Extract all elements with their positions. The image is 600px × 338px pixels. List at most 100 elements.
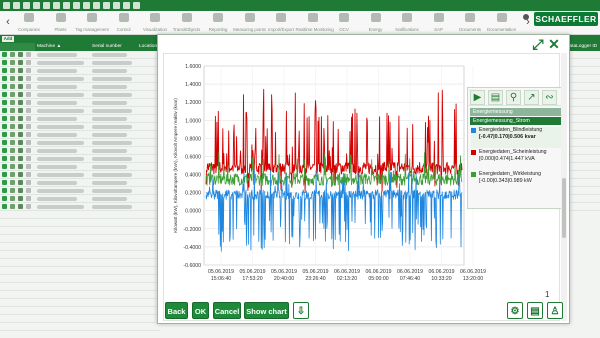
link-icon[interactable] <box>26 76 31 81</box>
link-icon[interactable] <box>26 108 31 113</box>
expand-icon[interactable]: ⤢ <box>531 37 545 51</box>
table-row[interactable] <box>0 171 160 179</box>
table-row[interactable] <box>0 187 160 195</box>
toolbar-tool-icon[interactable] <box>123 2 130 9</box>
copy-icon[interactable] <box>18 116 23 121</box>
edit-icon[interactable] <box>2 92 7 97</box>
view-icon[interactable] <box>10 100 15 105</box>
view-icon[interactable] <box>10 124 15 129</box>
copy-icon[interactable] <box>18 60 23 65</box>
copy-icon[interactable] <box>18 68 23 73</box>
edit-icon[interactable] <box>2 148 7 153</box>
table-row[interactable] <box>0 75 160 83</box>
column-header-serial[interactable]: Serial number <box>90 43 137 51</box>
nav-item[interactable]: Import/Export <box>264 13 298 33</box>
copy-icon[interactable] <box>18 164 23 169</box>
link-icon[interactable] <box>26 164 31 169</box>
cancel-button[interactable]: Cancel <box>213 302 241 319</box>
toolbar-tool-icon[interactable] <box>83 2 90 9</box>
table-row[interactable] <box>0 67 160 75</box>
toolbar-tool-icon[interactable] <box>23 2 30 9</box>
legend-item[interactable]: Energiedaten_Wirkleistung [-0.00|0.343|0.… <box>471 171 562 192</box>
view-icon[interactable] <box>10 164 15 169</box>
view-icon[interactable] <box>10 52 15 57</box>
user-icon[interactable] <box>522 14 530 24</box>
copy-icon[interactable] <box>18 124 23 129</box>
view-icon[interactable] <box>10 188 15 193</box>
edit-icon[interactable] <box>2 204 7 209</box>
table-row[interactable] <box>0 115 160 123</box>
edit-icon[interactable] <box>2 132 7 137</box>
toolbar-tool-icon[interactable] <box>113 2 120 9</box>
link-icon[interactable] <box>26 68 31 73</box>
table-row[interactable] <box>0 147 160 155</box>
link-icon[interactable] <box>26 60 31 65</box>
link-icon[interactable] <box>26 156 31 161</box>
nav-item[interactable]: TransitObjects <box>170 13 204 33</box>
view-icon[interactable] <box>10 76 15 81</box>
back-button[interactable]: Back <box>165 302 188 319</box>
calendar-icon[interactable]: ▤ <box>488 90 503 105</box>
edit-icon[interactable] <box>2 156 7 161</box>
nav-item[interactable]: Control <box>107 13 141 33</box>
copy-icon[interactable] <box>18 76 23 81</box>
link-icon[interactable] <box>26 100 31 105</box>
view-icon[interactable] <box>10 132 15 137</box>
link-icon[interactable] <box>26 188 31 193</box>
view-icon[interactable] <box>10 68 15 73</box>
copy-icon[interactable] <box>18 148 23 153</box>
table-row[interactable] <box>0 51 160 59</box>
nav-item[interactable]: Reporting <box>201 13 235 33</box>
table-row[interactable] <box>0 107 160 115</box>
view-icon[interactable] <box>10 92 15 97</box>
copy-icon[interactable] <box>18 132 23 137</box>
group-parent[interactable]: Energiemessung <box>470 108 562 116</box>
link-icon[interactable] <box>26 140 31 145</box>
copy-icon[interactable] <box>18 172 23 177</box>
copy-icon[interactable] <box>18 100 23 105</box>
table-row[interactable] <box>0 123 160 131</box>
nav-item[interactable]: Tag management <box>75 13 109 33</box>
toolbar-tool-icon[interactable] <box>63 2 70 9</box>
export-icon[interactable]: ⇩ <box>293 302 309 319</box>
dialog-scrollbar[interactable] <box>561 53 567 321</box>
link-icon[interactable] <box>26 124 31 129</box>
link-icon[interactable] <box>26 52 31 57</box>
edit-icon[interactable] <box>2 172 7 177</box>
toolbar-tool-icon[interactable] <box>73 2 80 9</box>
nav-item[interactable]: Notifications <box>390 13 424 33</box>
toolbar-tool-icon[interactable] <box>103 2 110 9</box>
link-icon[interactable] <box>26 132 31 137</box>
toolbar-tool-icon[interactable] <box>13 2 20 9</box>
scroll-thumb[interactable] <box>562 178 566 238</box>
edit-icon[interactable] <box>2 68 7 73</box>
play-icon[interactable]: ▶ <box>470 90 485 105</box>
close-icon[interactable]: ✕ <box>547 37 561 51</box>
view-icon[interactable] <box>10 148 15 153</box>
view-icon[interactable] <box>10 84 15 89</box>
view-icon[interactable] <box>10 140 15 145</box>
link-icon[interactable] <box>26 84 31 89</box>
view-icon[interactable] <box>10 116 15 121</box>
edit-icon[interactable] <box>2 100 7 105</box>
edit-icon[interactable] <box>2 188 7 193</box>
legend-item[interactable]: Energiedaten_Scheinleistung [0.000|0.474|… <box>471 149 562 170</box>
edit-icon[interactable] <box>2 164 7 169</box>
toolbar-tool-icon[interactable] <box>93 2 100 9</box>
toolbar-tool-icon[interactable] <box>133 2 140 9</box>
link-icon[interactable] <box>26 116 31 121</box>
edit-icon[interactable] <box>2 116 7 121</box>
view-icon[interactable] <box>10 180 15 185</box>
toolbar-tool-icon[interactable] <box>53 2 60 9</box>
link-icon[interactable] <box>26 204 31 209</box>
table-row[interactable] <box>0 99 160 107</box>
edit-icon[interactable] <box>2 52 7 57</box>
table-row[interactable] <box>0 139 160 147</box>
nav-item[interactable]: Documentation <box>485 13 519 33</box>
copy-icon[interactable] <box>18 196 23 201</box>
table-row[interactable] <box>0 59 160 67</box>
copy-icon[interactable] <box>18 204 23 209</box>
legend-item[interactable]: Energiedaten_Blindleistung [-0.47|0.170|0… <box>471 127 562 148</box>
toolbar-tool-icon[interactable] <box>43 2 50 9</box>
copy-icon[interactable] <box>18 140 23 145</box>
